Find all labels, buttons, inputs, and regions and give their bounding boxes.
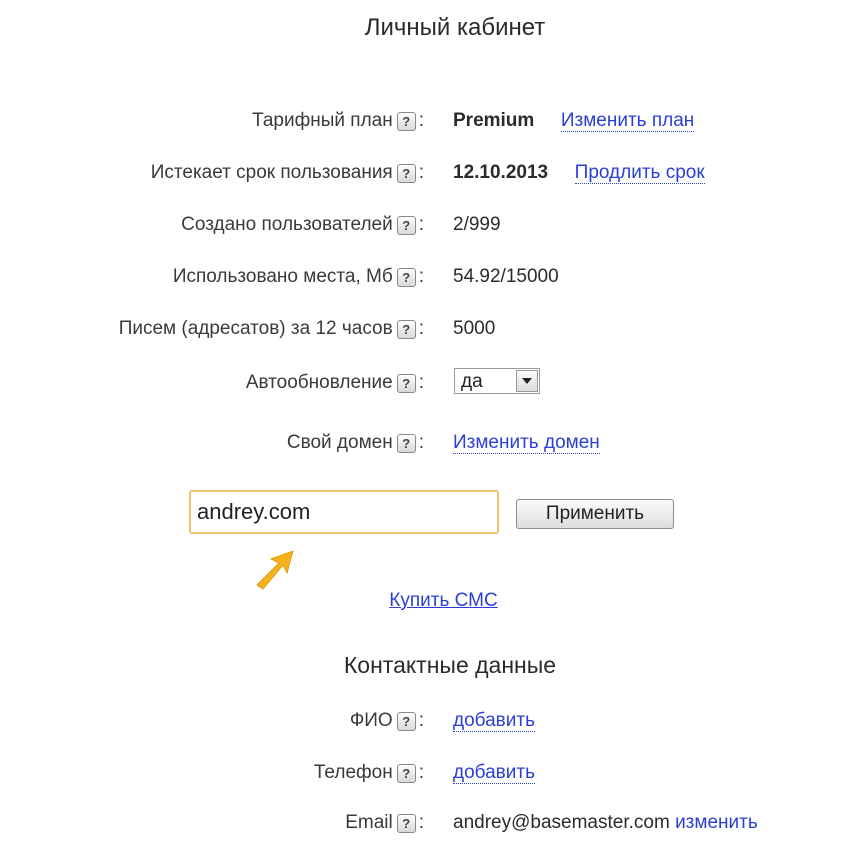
autoupdate-select[interactable]: да: [454, 368, 540, 394]
help-icon[interactable]: ?: [396, 267, 416, 287]
arrow-up-right-icon: [256, 550, 294, 590]
plan-value: Premium: [453, 110, 535, 131]
colon: :: [418, 432, 424, 453]
colon: :: [418, 812, 424, 833]
row-plan: Тарифный план ? : Premium Изменить план: [0, 106, 862, 136]
buy-sms-wrap: Купить СМС: [0, 590, 862, 612]
space-label: Использовано места, Мб: [172, 266, 393, 287]
autoupdate-label-group: Автообновление ? :: [246, 372, 424, 394]
colon: :: [418, 214, 424, 235]
expires-label: Истекает срок пользования: [150, 162, 393, 183]
help-icon[interactable]: ?: [396, 373, 416, 393]
colon: :: [418, 266, 424, 287]
space-value: 54.92/15000: [453, 266, 559, 287]
phone-label: Телефон: [313, 762, 393, 783]
chevron-down-icon[interactable]: [516, 370, 538, 392]
colon: :: [418, 162, 424, 183]
email-label: Email: [345, 812, 393, 833]
row-domain: Свой домен ? : Изменить домен: [0, 428, 862, 458]
colon: :: [418, 710, 424, 731]
help-icon[interactable]: ?: [396, 319, 416, 339]
fio-value-group: добавить: [453, 710, 535, 732]
plan-label: Тарифный план: [252, 110, 393, 131]
expires-value: 12.10.2013: [453, 162, 549, 183]
help-icon[interactable]: ?: [396, 711, 416, 731]
row-expires: Истекает срок пользования ? : 12.10.2013…: [0, 158, 862, 188]
domain-value-group: Изменить домен: [453, 432, 600, 454]
domain-label-group: Свой домен ? :: [287, 432, 424, 454]
help-icon[interactable]: ?: [396, 433, 416, 453]
row-users: Создано пользователей ? : 2/999: [0, 210, 862, 240]
contacts-title: Контактные данные: [343, 652, 557, 678]
row-space: Использовано места, Мб ? : 54.92/15000: [0, 262, 862, 292]
buy-sms-link[interactable]: Купить СМС: [389, 590, 497, 611]
change-domain-link[interactable]: Изменить домен: [453, 432, 600, 454]
row-phone: Телефон ? : добавить: [0, 758, 862, 788]
plan-value-group: Premium Изменить план: [453, 110, 695, 132]
phone-value-group: добавить: [453, 762, 535, 784]
colon: :: [418, 318, 424, 339]
help-icon[interactable]: ?: [396, 111, 416, 131]
domain-label: Свой домен: [286, 432, 393, 453]
apply-button[interactable]: Применить: [516, 499, 674, 529]
help-icon[interactable]: ?: [396, 763, 416, 783]
add-fio-link[interactable]: добавить: [453, 710, 535, 732]
space-label-group: Использовано места, Мб ? :: [173, 266, 424, 288]
autoupdate-select-value: да: [461, 371, 483, 392]
fio-label: ФИО: [349, 710, 393, 731]
extend-term-link[interactable]: Продлить срок: [574, 162, 705, 184]
colon: :: [418, 372, 424, 393]
letters-value: 5000: [453, 318, 496, 339]
email-label-group: Email ? :: [345, 812, 424, 834]
users-value: 2/999: [453, 214, 501, 235]
phone-label-group: Телефон ? :: [314, 762, 424, 784]
row-fio: ФИО ? : добавить: [0, 706, 862, 736]
domain-input[interactable]: [189, 490, 499, 534]
expires-label-group: Истекает срок пользования ? :: [151, 162, 424, 184]
letters-label-group: Писем (адресатов) за 12 часов ? :: [119, 318, 424, 340]
row-letters: Писем (адресатов) за 12 часов ? : 5000: [0, 314, 862, 344]
row-email: Email ? : andrey@basemaster.com изменить: [0, 808, 862, 838]
add-phone-link[interactable]: добавить: [453, 762, 535, 784]
letters-label: Писем (адресатов) за 12 часов: [118, 318, 393, 339]
users-label: Создано пользователей: [181, 214, 393, 235]
email-value: andrey@basemaster.com: [453, 812, 670, 833]
plan-label-group: Тарифный план ? :: [252, 110, 424, 132]
help-icon[interactable]: ?: [396, 813, 416, 833]
fio-label-group: ФИО ? :: [350, 710, 424, 732]
help-icon[interactable]: ?: [396, 163, 416, 183]
account-page: Личный кабинет Тарифный план ? : Premium…: [0, 0, 862, 841]
email-value-group: andrey@basemaster.com изменить: [453, 812, 758, 834]
row-autoupdate: Автообновление ? :: [0, 368, 862, 398]
change-plan-link[interactable]: Изменить план: [560, 110, 695, 132]
colon: :: [418, 762, 424, 783]
expires-value-group: 12.10.2013 Продлить срок: [453, 162, 705, 184]
help-icon[interactable]: ?: [396, 215, 416, 235]
colon: :: [418, 110, 424, 131]
users-label-group: Создано пользователей ? :: [181, 214, 424, 236]
autoupdate-label: Автообновление: [245, 372, 393, 393]
change-email-link[interactable]: изменить: [675, 812, 758, 833]
page-title: Личный кабинет: [364, 14, 546, 41]
